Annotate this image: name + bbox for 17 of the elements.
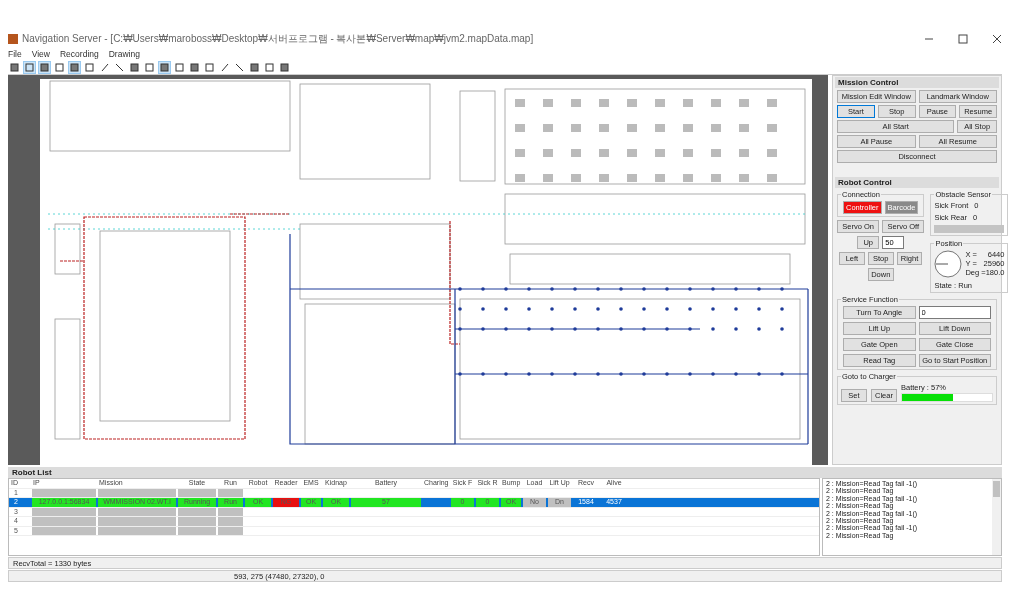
- maximize-icon[interactable]: [958, 34, 968, 44]
- rectangle-icon: [85, 62, 94, 72]
- scrollbar[interactable]: [992, 479, 1001, 555]
- close-icon[interactable]: [992, 34, 1002, 44]
- menu-item[interactable]: File: [8, 49, 22, 59]
- line-icon: [235, 62, 244, 72]
- menu-item[interactable]: View: [31, 49, 50, 59]
- line-icon: [115, 62, 124, 72]
- menu-item[interactable]: Drawing: [108, 49, 140, 59]
- app-icon: [8, 34, 18, 44]
- heading-dial-icon: [934, 250, 963, 278]
- section-title: Robot Control: [835, 177, 999, 188]
- rectangle-icon: [205, 62, 214, 72]
- window-title: Navigation Server - [C:₩Users₩maroboss₩Desktop₩서버프로그램 - 복사본₩Server₩map₩jvm2.mapData.map]: [22, 32, 535, 46]
- section-title: Robot List: [8, 467, 1002, 478]
- section-title: Mission Control: [835, 77, 999, 88]
- menu-item[interactable]: Recording: [60, 49, 99, 59]
